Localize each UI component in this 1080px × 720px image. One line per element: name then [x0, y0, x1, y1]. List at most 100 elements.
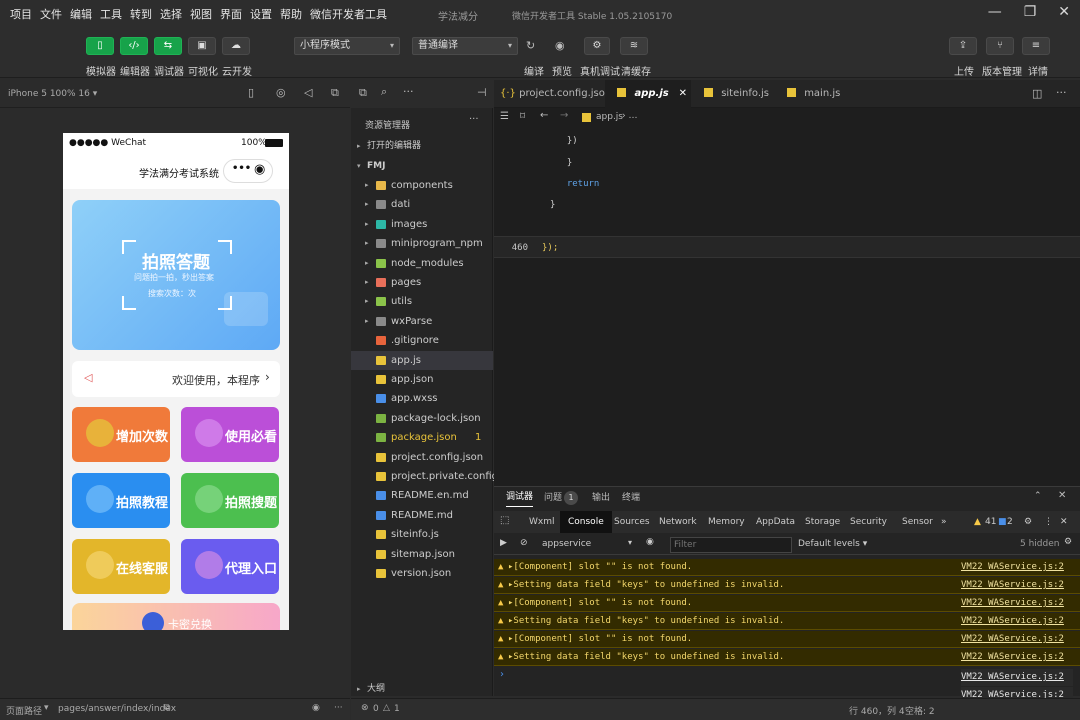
log-source-link[interactable]: VM22 WAService.js:2	[961, 613, 1064, 630]
project-root[interactable]: ▾ FMJ	[351, 157, 493, 176]
menu-item[interactable]: 界面	[216, 6, 246, 22]
folder-item[interactable]: ▸ components	[351, 176, 493, 195]
menu-item[interactable]: 文件	[36, 6, 66, 22]
file-item[interactable]: package.json 1	[351, 428, 493, 447]
settings-icon[interactable]: ⚙	[1064, 537, 1072, 547]
phone-rotate-icon[interactable]: ▯	[248, 86, 254, 99]
simulator-toggle-button[interactable]: ▯	[86, 37, 114, 55]
console-warning[interactable]: ▲ ▸[Component] slot "" is not found. VM22 …	[494, 559, 1080, 576]
compile-select[interactable]: 普通编译 ▾	[412, 37, 518, 55]
log-source-link[interactable]: VM22 WAService.js:2	[961, 631, 1064, 648]
explorer-more-icon[interactable]: ···	[469, 114, 479, 125]
outline-section[interactable]: ▸ 大纲	[351, 682, 493, 696]
cursor-position[interactable]: 行 460，列 4	[849, 704, 905, 717]
record-icon[interactable]: ◎	[276, 86, 286, 99]
mini-program-capsule[interactable]: ••• ◉	[223, 159, 273, 183]
copy-icon[interactable]: ⧉	[164, 703, 170, 713]
notice-bar[interactable]: ◁ 欢迎使用，本程序 ›	[72, 361, 280, 397]
compile-icon[interactable]: ↻	[526, 39, 535, 52]
card-photo-search[interactable]: 拍照搜题	[181, 473, 279, 528]
close-tab-icon[interactable]: ✕	[679, 80, 687, 108]
back-icon[interactable]: ←	[540, 110, 548, 121]
file-item[interactable]: app.json	[351, 370, 493, 389]
split-icon[interactable]: ⊣	[477, 86, 487, 99]
page-path-label[interactable]: 页面路径	[6, 704, 42, 717]
console-warning[interactable]: ▲ ▸Setting data field "keys" to undefined…	[494, 613, 1080, 630]
console-warning[interactable]: ▲ ▸[Component] slot "" is not found. VM22 …	[494, 595, 1080, 612]
file-item[interactable]: project.private.config.js...	[351, 467, 519, 486]
clear-cache-button[interactable]: ≋	[620, 37, 648, 55]
tab-sources[interactable]: Sources	[614, 511, 650, 533]
version-button[interactable]: ⑂	[986, 37, 1014, 55]
info-count[interactable]: 2	[1007, 511, 1013, 533]
tab-app-js[interactable]: app.js ✕	[605, 80, 691, 108]
upload-button[interactable]: ⇪	[949, 37, 977, 55]
console-warning[interactable]: ▲ ▸Setting data field "keys" to undefined…	[494, 649, 1080, 666]
clear-console-icon[interactable]: ⊘	[520, 538, 528, 548]
list-icon[interactable]: ☰	[500, 111, 509, 122]
folder-item[interactable]: ▸ pages	[351, 273, 493, 292]
close-devtools-icon[interactable]: ✕	[1060, 511, 1068, 533]
tab-storage[interactable]: Storage	[805, 511, 840, 533]
chevron-up-icon[interactable]: ⌃	[1034, 491, 1042, 501]
console-prompt[interactable]: ›	[500, 669, 504, 680]
tab-sensor[interactable]: Sensor	[902, 511, 933, 533]
exit-icon[interactable]: ◉	[254, 162, 265, 177]
tab-main-js[interactable]: main.js	[779, 80, 849, 108]
settings-icon[interactable]: ⚙	[1024, 511, 1032, 533]
bookmark-icon[interactable]: ⌑	[520, 111, 525, 122]
debugger-toggle-button[interactable]: ⇆	[154, 37, 182, 55]
breadcrumb-more[interactable]: › …	[622, 111, 637, 121]
error-count[interactable]: 0	[373, 704, 379, 714]
tab-debugger[interactable]: 调试器	[506, 489, 534, 507]
menu-item[interactable]: 工具	[96, 6, 126, 22]
menu-item[interactable]: 微信开发者工具	[306, 6, 391, 22]
folder-item[interactable]: ▸ utils	[351, 292, 493, 311]
folder-item[interactable]: ▸ images	[351, 215, 493, 234]
page-path[interactable]: pages/answer/index/index	[58, 704, 176, 714]
details-button[interactable]: ≡	[1022, 37, 1050, 55]
log-source-link[interactable]: VM22 WAService.js:2	[961, 649, 1064, 666]
split-editor-icon[interactable]: ◫	[1032, 87, 1042, 100]
menu-item[interactable]: 编辑	[66, 6, 96, 22]
cloud-button[interactable]: ☁	[222, 37, 250, 55]
console-warning[interactable]: ▲ ▸[Component] slot "" is not found. VM22 …	[494, 631, 1080, 648]
log-source-link[interactable]: VM22 WAService.js:2	[961, 669, 1073, 686]
close-panel-icon[interactable]: ✕	[1058, 490, 1066, 501]
device-select[interactable]: iPhone 5 100% 16 ▾	[8, 89, 97, 99]
more-icon[interactable]: •••	[232, 163, 251, 174]
open-editors-section[interactable]: ▸ 打开的编辑器	[351, 137, 493, 156]
menu-item[interactable]: 项目	[6, 6, 36, 22]
tab-console[interactable]: Console	[560, 511, 612, 533]
log-source-link[interactable]: VM22 WAService.js:2	[961, 595, 1064, 612]
card-agent-entry[interactable]: 代理入口	[181, 539, 279, 594]
folder-item[interactable]: ▸ node_modules	[351, 254, 493, 273]
tab-output[interactable]: 输出	[592, 487, 610, 509]
menu-item[interactable]: 设置	[246, 6, 276, 22]
eye-icon[interactable]: ◉	[646, 537, 654, 547]
inspect-icon[interactable]: ⬚	[500, 515, 509, 526]
files-icon[interactable]: ⧉	[359, 86, 367, 100]
folder-item[interactable]: ▸ dati	[351, 195, 493, 214]
remote-debug-button[interactable]: ⚙	[584, 37, 610, 55]
card-online-service[interactable]: 在线客服	[72, 539, 170, 594]
minimize-icon[interactable]: —	[988, 4, 1002, 20]
menu-item[interactable]: 帮助	[276, 6, 306, 22]
kebab-icon[interactable]: ⋮	[1044, 511, 1053, 533]
file-item[interactable]: app.js	[351, 350, 493, 370]
code-editor[interactable]: }) } return } 460});	[494, 128, 1080, 486]
menu-item[interactable]: 视图	[186, 6, 216, 22]
console-warning[interactable]: ▲ ▸Setting data field "keys" to undefined…	[494, 577, 1080, 594]
photo-answer-banner[interactable]: 拍照答题 问题拍一拍，秒出答案 搜索次数：次	[72, 200, 280, 350]
tab-terminal[interactable]: 终端	[622, 487, 640, 509]
file-item[interactable]: sitemap.json	[351, 545, 493, 564]
context-select[interactable]: appservice ▾	[538, 537, 638, 552]
card-redeem[interactable]: 卡密兑换	[72, 603, 280, 630]
log-source-link[interactable]: VM22 WAService.js:2	[961, 577, 1064, 594]
file-item[interactable]: README.en.md	[351, 486, 493, 505]
console-filter-input[interactable]	[670, 537, 792, 553]
file-item[interactable]: app.wxss	[351, 389, 493, 408]
card-add-times[interactable]: 增加次数	[72, 407, 170, 462]
indent-setting[interactable]: 空格: 2	[905, 704, 935, 717]
visual-button[interactable]: ▣	[188, 37, 216, 55]
